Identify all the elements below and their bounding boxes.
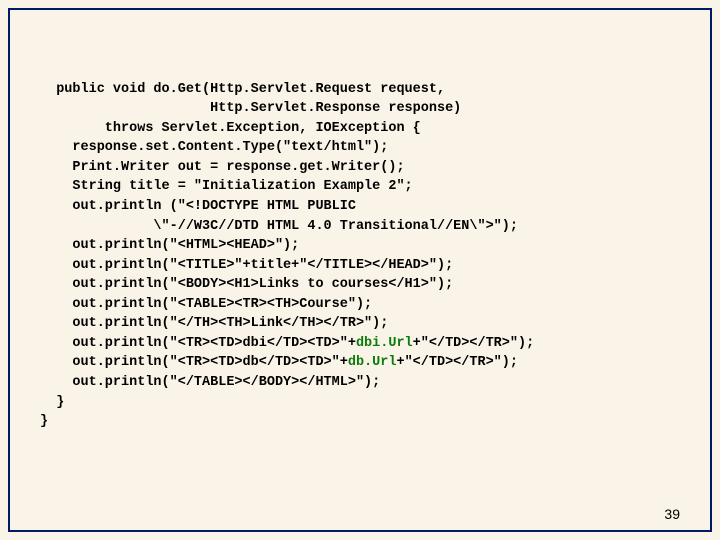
code-line: out.println("</TH><TH>Link</TH></TR>");	[40, 316, 388, 331]
code-line: public void do.Get(Http.Servlet.Request …	[40, 82, 445, 97]
code-fragment: out.println("<TR><TD>dbi</TD><TD>"+	[40, 336, 356, 351]
code-line: out.println("<TR><TD>db</TD><TD>"+db.Url…	[40, 355, 518, 370]
highlight-dbi-url: dbi.Url	[356, 336, 413, 351]
code-line: Http.Servlet.Response response)	[40, 101, 461, 116]
code-line: String title = "Initialization Example 2…	[40, 179, 413, 194]
highlight-db-url: db.Url	[348, 355, 397, 370]
code-line: response.set.Content.Type("text/html");	[40, 140, 388, 155]
code-line: out.println("</TABLE></BODY></HTML>");	[40, 375, 380, 390]
code-line: out.println ("<!DOCTYPE HTML PUBLIC	[40, 199, 364, 214]
code-block: public void do.Get(Http.Servlet.Request …	[40, 60, 700, 432]
code-line: out.println("<TITLE>"+title+"</TITLE></H…	[40, 258, 453, 273]
code-line: out.println("<TR><TD>dbi</TD><TD>"+dbi.U…	[40, 336, 534, 351]
code-line: Print.Writer out = response.get.Writer()…	[40, 160, 405, 175]
code-line: out.println("<TABLE><TR><TH>Course");	[40, 297, 372, 312]
code-line: out.println("<BODY><H1>Links to courses<…	[40, 277, 453, 292]
code-line: throws Servlet.Exception, IOException {	[40, 121, 421, 136]
code-line: }	[40, 414, 48, 429]
slide-frame: public void do.Get(Http.Servlet.Request …	[8, 8, 712, 532]
code-fragment: +"</TD></TR>");	[413, 336, 535, 351]
code-line: out.println("<HTML><HEAD>");	[40, 238, 299, 253]
code-line: \"-//W3C//DTD HTML 4.0 Transitional//EN\…	[40, 219, 518, 234]
code-fragment: +"</TD></TR>");	[396, 355, 518, 370]
code-fragment: out.println("<TR><TD>db</TD><TD>"+	[40, 355, 348, 370]
page-number: 39	[664, 506, 680, 522]
code-line: }	[40, 395, 64, 410]
